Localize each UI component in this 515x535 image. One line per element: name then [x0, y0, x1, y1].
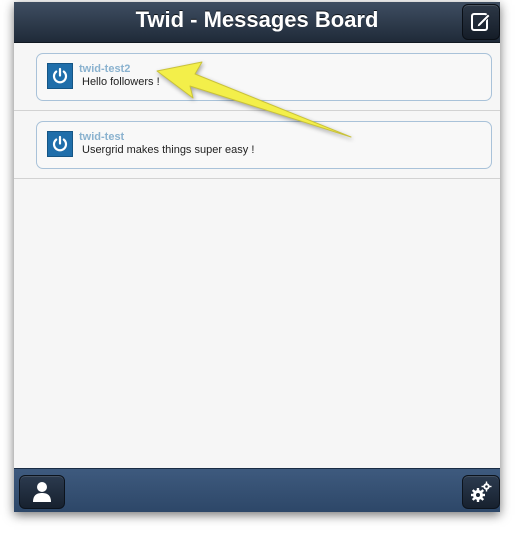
- message-card[interactable]: twid-test Usergrid makes things super ea…: [36, 121, 492, 169]
- user-icon: [33, 482, 51, 502]
- power-icon: [52, 135, 68, 152]
- settings-button[interactable]: [462, 475, 500, 509]
- avatar: [47, 63, 73, 89]
- profile-button[interactable]: [19, 475, 65, 509]
- message-card[interactable]: twid-test2 Hello followers !: [36, 53, 492, 101]
- compose-icon: [471, 13, 491, 31]
- list-item: twid-test2 Hello followers !: [14, 43, 500, 111]
- message-username[interactable]: twid-test: [79, 131, 124, 143]
- messages-list: twid-test2 Hello followers ! twid-test U…: [14, 43, 500, 179]
- gears-icon: [471, 481, 492, 502]
- app-window: Twid - Messages Board twid-test2 Hello f…: [14, 2, 500, 512]
- message-text: Usergrid makes things super easy !: [82, 144, 255, 156]
- power-icon: [52, 67, 68, 84]
- message-text: Hello followers !: [82, 76, 160, 88]
- avatar: [47, 131, 73, 157]
- footer-toolbar: [14, 468, 500, 512]
- header-bar: Twid - Messages Board: [14, 2, 500, 43]
- message-username[interactable]: twid-test2: [79, 63, 130, 75]
- compose-button[interactable]: [462, 4, 500, 40]
- page-title: Twid - Messages Board: [135, 7, 379, 32]
- list-item: twid-test Usergrid makes things super ea…: [14, 111, 500, 179]
